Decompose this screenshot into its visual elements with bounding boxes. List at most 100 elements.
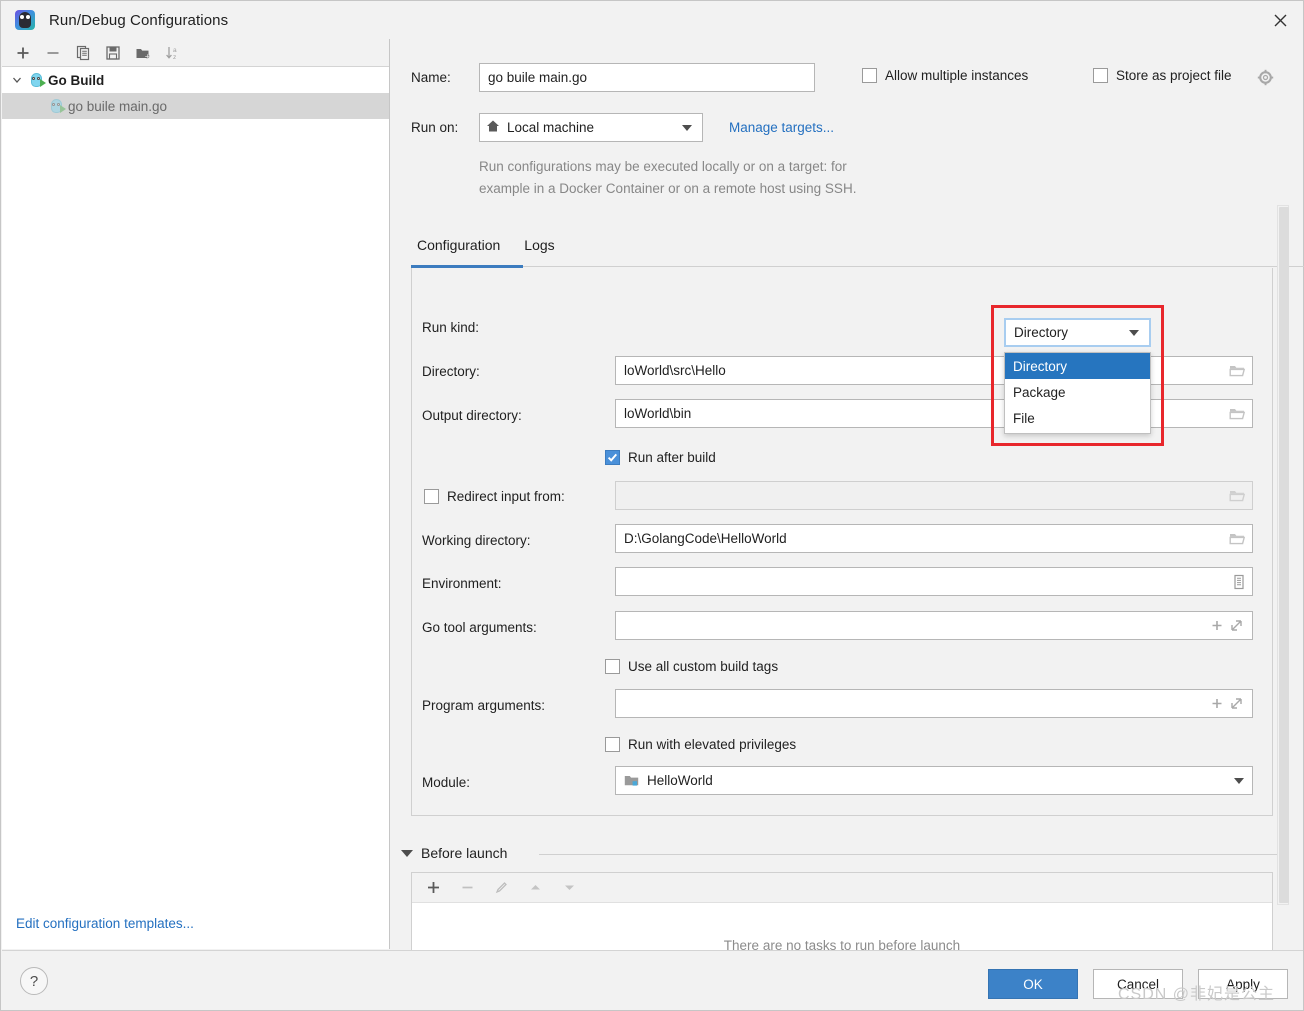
sort-alpha-icon[interactable]: a z (160, 41, 186, 65)
module-folder-icon (624, 774, 640, 788)
run-on-row: Run on: Local machine Manage targets... (411, 113, 834, 142)
configurations-sidebar: a z Go Build go buile main.go Edit confi… (2, 39, 390, 949)
checkbox-box[interactable] (605, 659, 620, 674)
redirect-input-checkbox[interactable]: Redirect input from: (424, 489, 565, 504)
cancel-button[interactable]: Cancel (1093, 969, 1183, 999)
go-tool-arguments-input[interactable] (615, 611, 1253, 640)
output-directory-label: Output directory: (422, 408, 522, 423)
help-button[interactable]: ? (20, 967, 48, 995)
checkbox-box[interactable] (1093, 68, 1108, 83)
go-build-icon (26, 72, 46, 88)
output-directory-input[interactable]: loWorld\bin (615, 399, 1253, 428)
save-icon[interactable] (100, 41, 126, 65)
scrollbar-thumb[interactable] (1279, 207, 1289, 903)
tree-group-label: Go Build (48, 72, 105, 88)
use-custom-build-tags-label: Use all custom build tags (628, 659, 779, 674)
redirect-input-label: Redirect input from: (447, 489, 565, 504)
browse-folder-icon[interactable] (1229, 406, 1246, 421)
copy-icon[interactable] (70, 41, 96, 65)
run-kind-label: Run kind: (422, 320, 480, 335)
module-select[interactable]: HelloWorld (615, 766, 1253, 795)
svg-text:a: a (173, 47, 177, 54)
edit-configuration-templates-link[interactable]: Edit configuration templates... (16, 916, 194, 931)
chevron-down-icon[interactable] (401, 849, 413, 857)
vertical-scrollbar[interactable] (1277, 205, 1289, 905)
add-task-button[interactable] (420, 876, 446, 900)
tab-configuration[interactable]: Configuration (411, 237, 506, 261)
before-launch-header[interactable]: Before launch (401, 845, 507, 861)
environment-variables-icon[interactable] (1232, 574, 1246, 590)
environment-label: Environment: (422, 576, 502, 591)
folder-add-icon[interactable] (130, 41, 156, 65)
run-kind-option-file[interactable]: File (1005, 405, 1150, 431)
output-directory-label-wrap: Output directory: (422, 408, 522, 423)
name-row: Name: (411, 63, 815, 92)
arrow-up-icon[interactable] (522, 876, 548, 900)
tree-group-go-build[interactable]: Go Build (2, 67, 389, 93)
browse-folder-icon[interactable] (1229, 363, 1246, 378)
module-label: Module: (422, 775, 471, 790)
allow-multiple-instances-label: Allow multiple instances (885, 68, 1029, 83)
apply-button[interactable]: Apply (1198, 969, 1288, 999)
chevron-down-icon[interactable] (8, 74, 26, 86)
chevron-down-icon[interactable] (1129, 329, 1139, 336)
directory-label-wrap: Directory: (422, 364, 480, 379)
program-arguments-input[interactable] (615, 689, 1253, 718)
add-configuration-button[interactable] (10, 41, 36, 65)
remove-configuration-button[interactable] (40, 41, 66, 65)
checkbox-box[interactable] (862, 68, 877, 83)
program-arguments-label-wrap: Program arguments: (422, 698, 545, 713)
run-kind-option-directory[interactable]: Directory (1005, 353, 1150, 379)
chevron-down-icon[interactable] (1234, 777, 1244, 784)
gear-icon[interactable] (1257, 69, 1274, 89)
close-icon[interactable] (1257, 1, 1303, 39)
arrow-down-icon[interactable] (556, 876, 582, 900)
go-tool-arguments-label-wrap: Go tool arguments: (422, 620, 537, 635)
tree-item-go-buile-main[interactable]: go buile main.go (2, 93, 389, 119)
run-on-hint: Run configurations may be executed local… (479, 156, 949, 200)
configuration-panel: Run kind: Directory: loWorld\src\Hello O… (411, 268, 1273, 816)
run-kind-option-package[interactable]: Package (1005, 379, 1150, 405)
tab-bar-divider (523, 266, 1304, 267)
run-kind-select[interactable]: Directory (1004, 318, 1151, 347)
name-label: Name: (411, 70, 451, 85)
browse-folder-icon[interactable] (1229, 531, 1246, 546)
run-kind-dropdown-list[interactable]: Directory Package File (1004, 352, 1151, 434)
run-kind-label-wrap: Run kind: (422, 320, 479, 335)
checkbox-box[interactable] (605, 737, 620, 752)
run-on-value: Local machine (507, 120, 595, 135)
allow-multiple-instances-checkbox[interactable]: Allow multiple instances (862, 68, 1028, 83)
name-input[interactable] (479, 63, 815, 92)
ok-button[interactable]: OK (988, 969, 1078, 999)
remove-task-button[interactable] (454, 876, 480, 900)
run-after-build-checkbox[interactable]: Run after build (605, 450, 716, 465)
working-directory-value: D:\GolangCode\HelloWorld (624, 531, 787, 546)
browse-folder-icon[interactable] (1229, 488, 1246, 503)
run-on-select[interactable]: Local machine (479, 113, 703, 142)
tab-logs[interactable]: Logs (518, 237, 560, 261)
program-arguments-label: Program arguments: (422, 698, 546, 713)
hint-line-1: Run configurations may be executed local… (479, 159, 847, 174)
environment-input[interactable] (615, 567, 1253, 596)
use-custom-build-tags-checkbox[interactable]: Use all custom build tags (605, 659, 778, 674)
run-elevated-checkbox[interactable]: Run with elevated privileges (605, 737, 796, 752)
chevron-down-icon[interactable] (682, 124, 692, 131)
home-icon (486, 119, 500, 136)
macros-icons[interactable] (1210, 618, 1246, 633)
before-launch-title: Before launch (421, 845, 508, 861)
working-directory-input[interactable]: D:\GolangCode\HelloWorld (615, 524, 1253, 553)
checkbox-box[interactable] (605, 450, 620, 465)
store-as-project-file-checkbox[interactable]: Store as project file (1093, 68, 1232, 83)
checkbox-box[interactable] (424, 489, 439, 504)
redirect-input-field[interactable] (615, 481, 1253, 510)
tab-bar: Configuration Logs (411, 237, 561, 261)
configuration-detail-pane: Name: Allow multiple instances Store as … (391, 39, 1304, 988)
pencil-icon[interactable] (488, 876, 514, 900)
run-elevated-label: Run with elevated privileges (628, 737, 797, 752)
directory-input[interactable]: loWorld\src\Hello (615, 356, 1253, 385)
macros-icons[interactable] (1210, 696, 1246, 711)
manage-targets-link[interactable]: Manage targets... (729, 120, 834, 135)
module-value: HelloWorld (647, 773, 713, 788)
before-launch-divider (539, 854, 1283, 855)
run-on-label: Run on: (411, 120, 459, 135)
